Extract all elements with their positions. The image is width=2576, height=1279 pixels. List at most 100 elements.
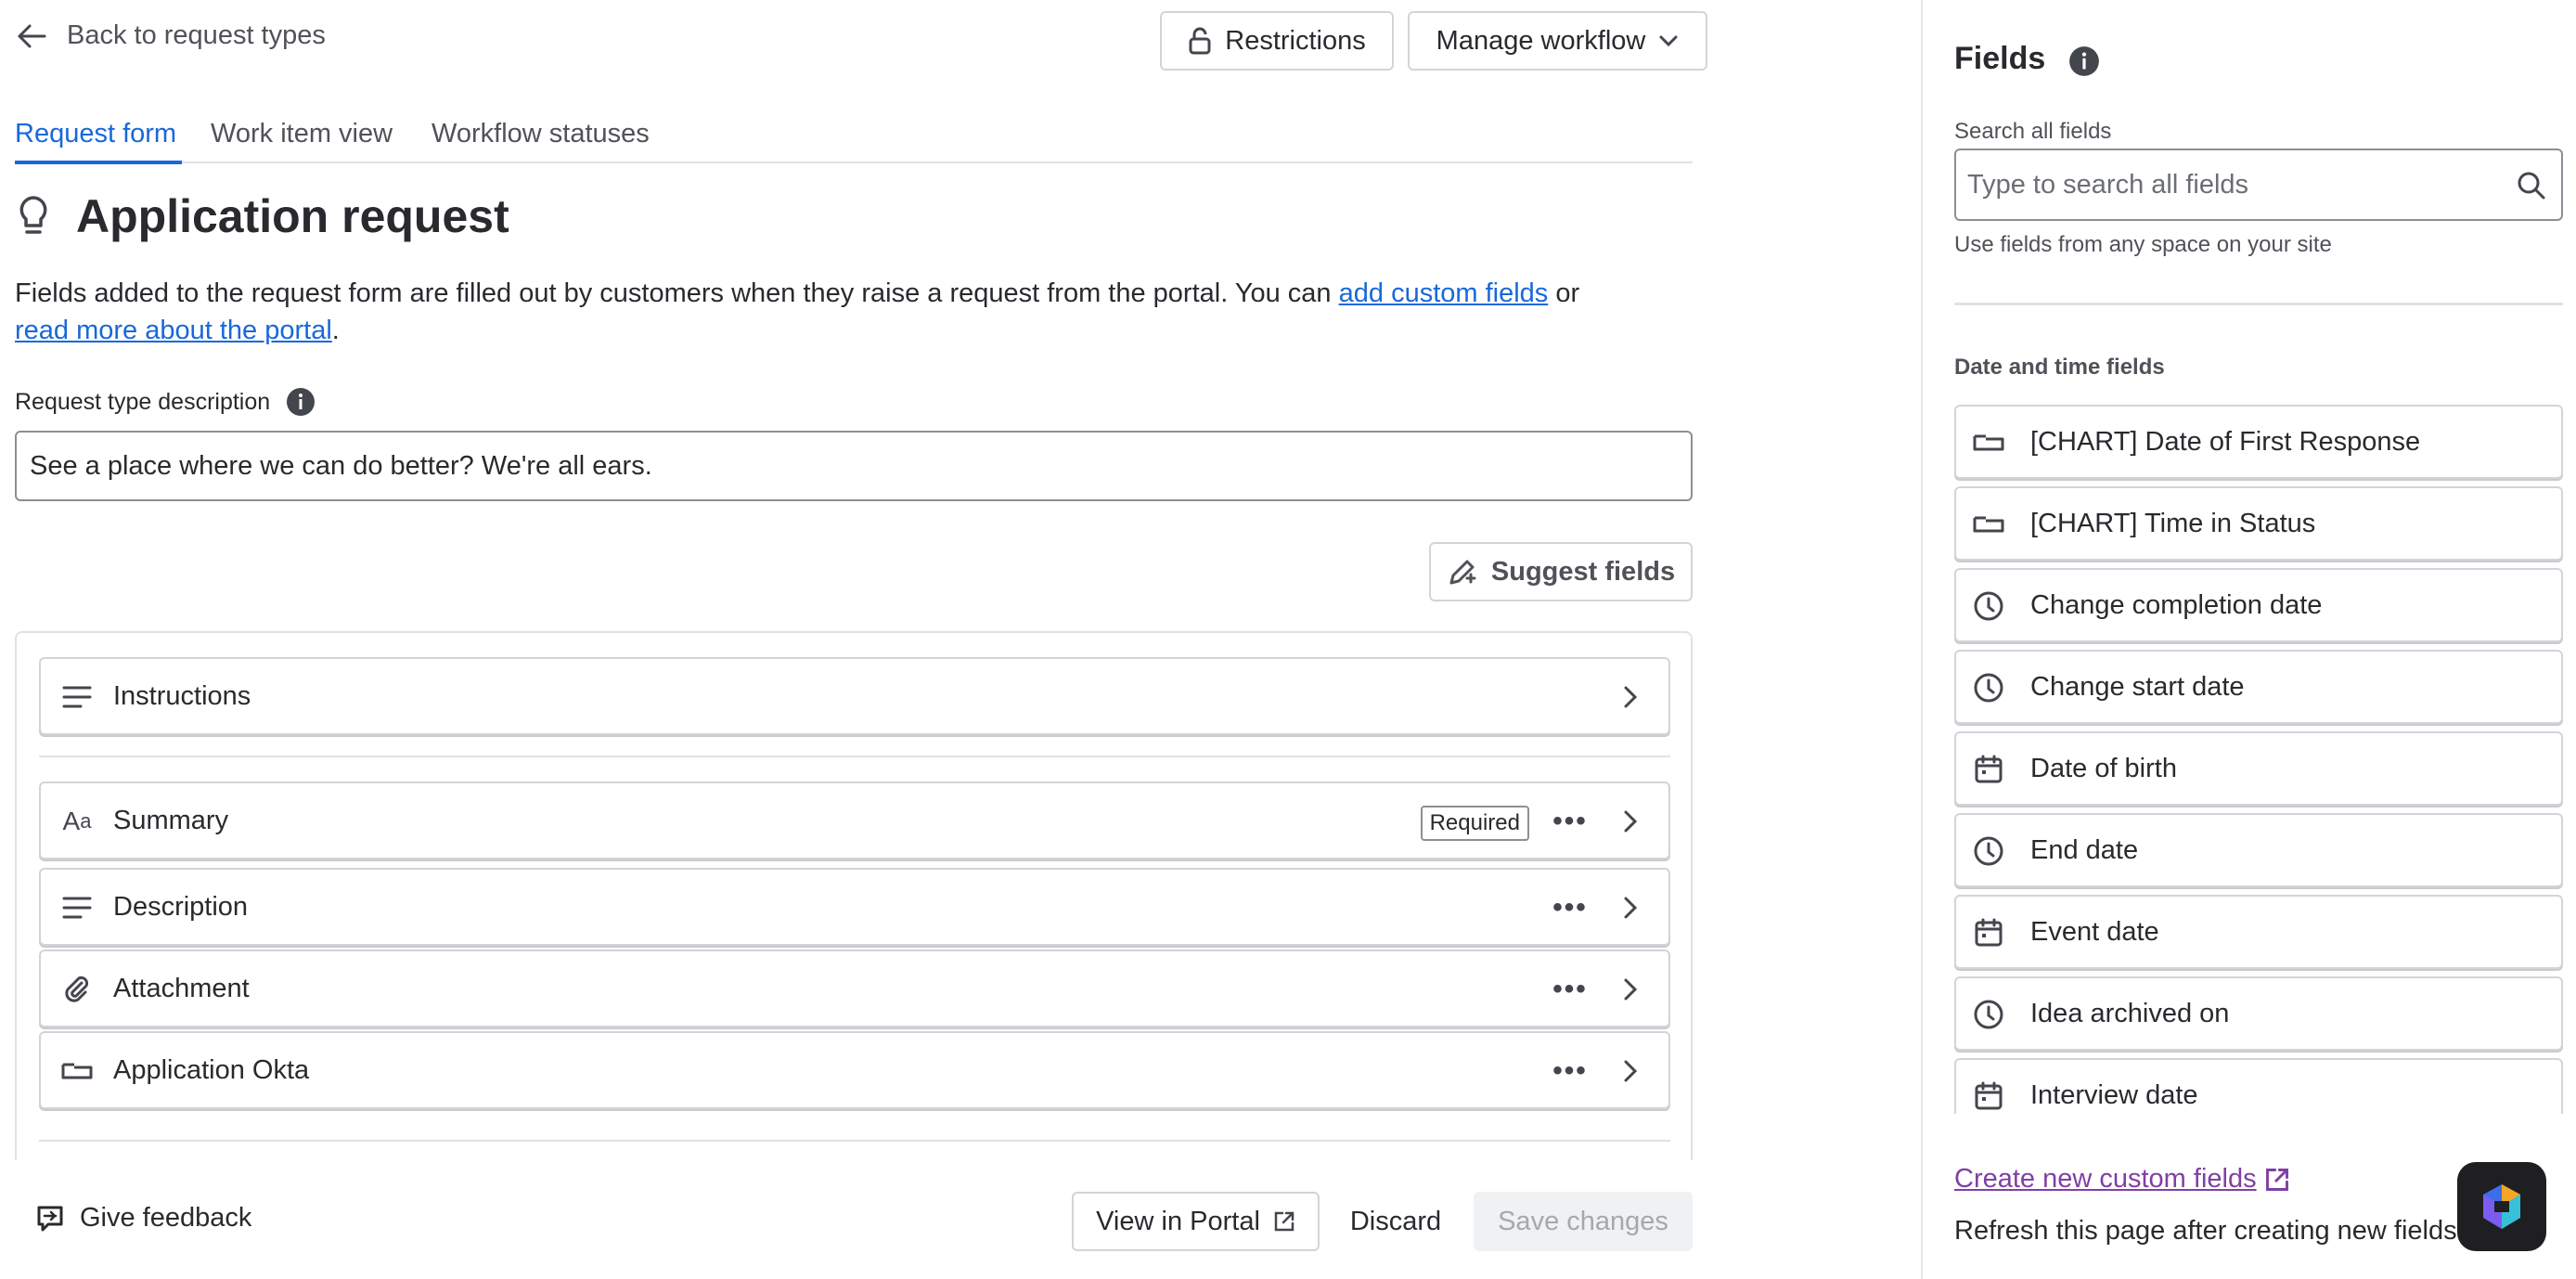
suggest-fields-label: Suggest fields	[1490, 556, 1676, 587]
fields-side-panel: Fields Search all fields Use fields from…	[1921, 0, 2576, 1279]
restrictions-button[interactable]: Restrictions	[1160, 11, 1394, 71]
form-field-label: Summary	[113, 805, 229, 835]
assistant-logo-icon	[2483, 1184, 2520, 1229]
form-field-description[interactable]: Description •••	[39, 868, 1670, 946]
available-field-interview-date[interactable]: Interview date	[1954, 1058, 2563, 1114]
available-field-event-date[interactable]: Event date	[1954, 895, 2563, 969]
external-link-icon	[1274, 1211, 1294, 1232]
available-field-chart-date-of-first-response[interactable]: [CHART] Date of First Response	[1954, 405, 2563, 479]
tab-request-form[interactable]: Request form	[15, 119, 176, 149]
clock-icon	[1973, 672, 2004, 704]
required-badge: Required	[1420, 806, 1529, 841]
arrow-left-icon	[18, 24, 46, 47]
form-field-label: Application Okta	[113, 1054, 310, 1085]
request-type-description-input[interactable]	[15, 431, 1693, 501]
give-feedback-label: Give feedback	[80, 1203, 252, 1233]
suggest-fields-button[interactable]: Suggest fields	[1429, 542, 1693, 601]
give-feedback-link[interactable]: Give feedback	[35, 1203, 251, 1234]
form-field-instructions[interactable]: Instructions	[39, 657, 1670, 735]
available-field-change-completion-date[interactable]: Change completion date	[1954, 568, 2563, 642]
read-more-portal-link[interactable]: read more about the portal	[15, 316, 332, 345]
available-field-idea-archived-on[interactable]: Idea archived on	[1954, 976, 2563, 1051]
clock-icon	[1973, 835, 2004, 867]
available-fields-list: [CHART] Date of First Response [CHART] T…	[1954, 403, 2565, 1114]
search-help-text: Use fields from any space on your site	[1954, 232, 2332, 257]
available-field-label: Idea archived on	[2030, 999, 2230, 1028]
form-field-label: Instructions	[113, 680, 251, 711]
chevron-right-icon[interactable]	[1615, 1055, 1646, 1087]
add-custom-fields-link[interactable]: add custom fields	[1339, 278, 1549, 308]
refresh-note: Refresh this page after creating new fie…	[1954, 1216, 2457, 1246]
section-title: Date and time fields	[1954, 355, 2165, 380]
description-label-row: Request type description	[15, 386, 316, 418]
view-in-portal-button[interactable]: View in Portal	[1072, 1192, 1320, 1251]
available-field-date-of-birth[interactable]: Date of birth	[1954, 731, 2563, 806]
form-field-attachment[interactable]: Attachment •••	[39, 950, 1670, 1027]
clock-icon	[1973, 999, 2004, 1030]
intro-text-part-2: or	[1548, 278, 1580, 308]
unlock-icon	[1189, 27, 1211, 55]
available-field-end-date[interactable]: End date	[1954, 813, 2563, 887]
search-fields-label: Search all fields	[1954, 119, 2112, 144]
text-lines-icon	[61, 681, 93, 713]
panel-title: Fields	[1954, 41, 2046, 76]
back-to-request-types-link[interactable]: Back to request types	[17, 20, 326, 51]
available-field-label: [CHART] Time in Status	[2030, 509, 2316, 538]
intro-text-part-1: Fields added to the request form are fil…	[15, 278, 1339, 308]
short-text-icon: Aa	[62, 807, 92, 835]
external-link-icon	[2265, 1168, 2288, 1191]
available-field-label: Change completion date	[2030, 590, 2323, 620]
text-field-icon	[1973, 427, 2004, 459]
search-fields-input[interactable]	[1967, 163, 2496, 206]
available-field-label: Change start date	[2030, 672, 2245, 702]
search-icon[interactable]	[2517, 171, 2546, 200]
save-changes-button[interactable]: Save changes	[1474, 1192, 1693, 1251]
form-field-label: Attachment	[113, 973, 250, 1003]
active-tab-indicator	[15, 161, 182, 164]
tab-workflow-statuses[interactable]: Workflow statuses	[431, 119, 650, 149]
info-icon[interactable]	[2067, 45, 2101, 78]
request-form-editor: Back to request types Restrictions Manag…	[0, 0, 1921, 1279]
available-field-label: Date of birth	[2030, 754, 2177, 783]
more-options-icon[interactable]: •••	[1550, 974, 1591, 1005]
calendar-icon	[1973, 1080, 2004, 1112]
form-field-summary[interactable]: Aa Summary Required •••	[39, 782, 1670, 859]
create-custom-fields-link[interactable]: Create new custom fields	[1954, 1164, 2290, 1195]
clock-icon	[1973, 590, 2004, 622]
intro-text-part-3: .	[331, 316, 340, 345]
lightbulb-icon	[19, 196, 47, 234]
available-field-label: End date	[2030, 835, 2139, 865]
more-options-icon[interactable]: •••	[1550, 1055, 1591, 1087]
footer-bar: Give feedback View in Portal Discard Sav…	[0, 1160, 1921, 1279]
title-row: Application request	[17, 189, 509, 243]
manage-workflow-button[interactable]: Manage workflow	[1408, 11, 1707, 71]
discard-button[interactable]: Discard	[1336, 1192, 1455, 1251]
calendar-icon	[1973, 754, 2004, 785]
feedback-icon	[37, 1206, 63, 1231]
available-field-chart-time-in-status[interactable]: [CHART] Time in Status	[1954, 486, 2563, 561]
available-field-label: Event date	[2030, 917, 2159, 947]
available-field-change-start-date[interactable]: Change start date	[1954, 650, 2563, 724]
page-title: Application request	[76, 190, 509, 242]
more-options-icon[interactable]: •••	[1550, 806, 1591, 837]
info-icon[interactable]	[285, 386, 316, 418]
chevron-right-icon[interactable]	[1615, 681, 1646, 713]
tab-work-item-view[interactable]: Work item view	[211, 119, 393, 149]
chevron-right-icon[interactable]	[1615, 974, 1646, 1005]
search-fields-box	[1954, 149, 2563, 221]
intro-text: Fields added to the request form are fil…	[15, 275, 1685, 349]
form-field-application-okta[interactable]: Application Okta •••	[39, 1031, 1670, 1109]
chevron-right-icon[interactable]	[1615, 892, 1646, 924]
available-field-label: [CHART] Date of First Response	[2030, 427, 2421, 457]
chevron-right-icon[interactable]	[1615, 806, 1646, 837]
form-section-divider	[39, 756, 1670, 757]
description-label: Request type description	[15, 388, 271, 415]
form-section-divider	[39, 1140, 1670, 1142]
calendar-icon	[1973, 917, 2004, 949]
more-options-icon[interactable]: •••	[1550, 892, 1591, 924]
available-field-label: Interview date	[2030, 1080, 2198, 1110]
manage-workflow-label: Manage workflow	[1436, 25, 1646, 56]
chevron-down-icon	[1659, 35, 1678, 47]
assistant-launcher-button[interactable]	[2457, 1162, 2546, 1251]
view-in-portal-label: View in Portal	[1096, 1206, 1260, 1236]
